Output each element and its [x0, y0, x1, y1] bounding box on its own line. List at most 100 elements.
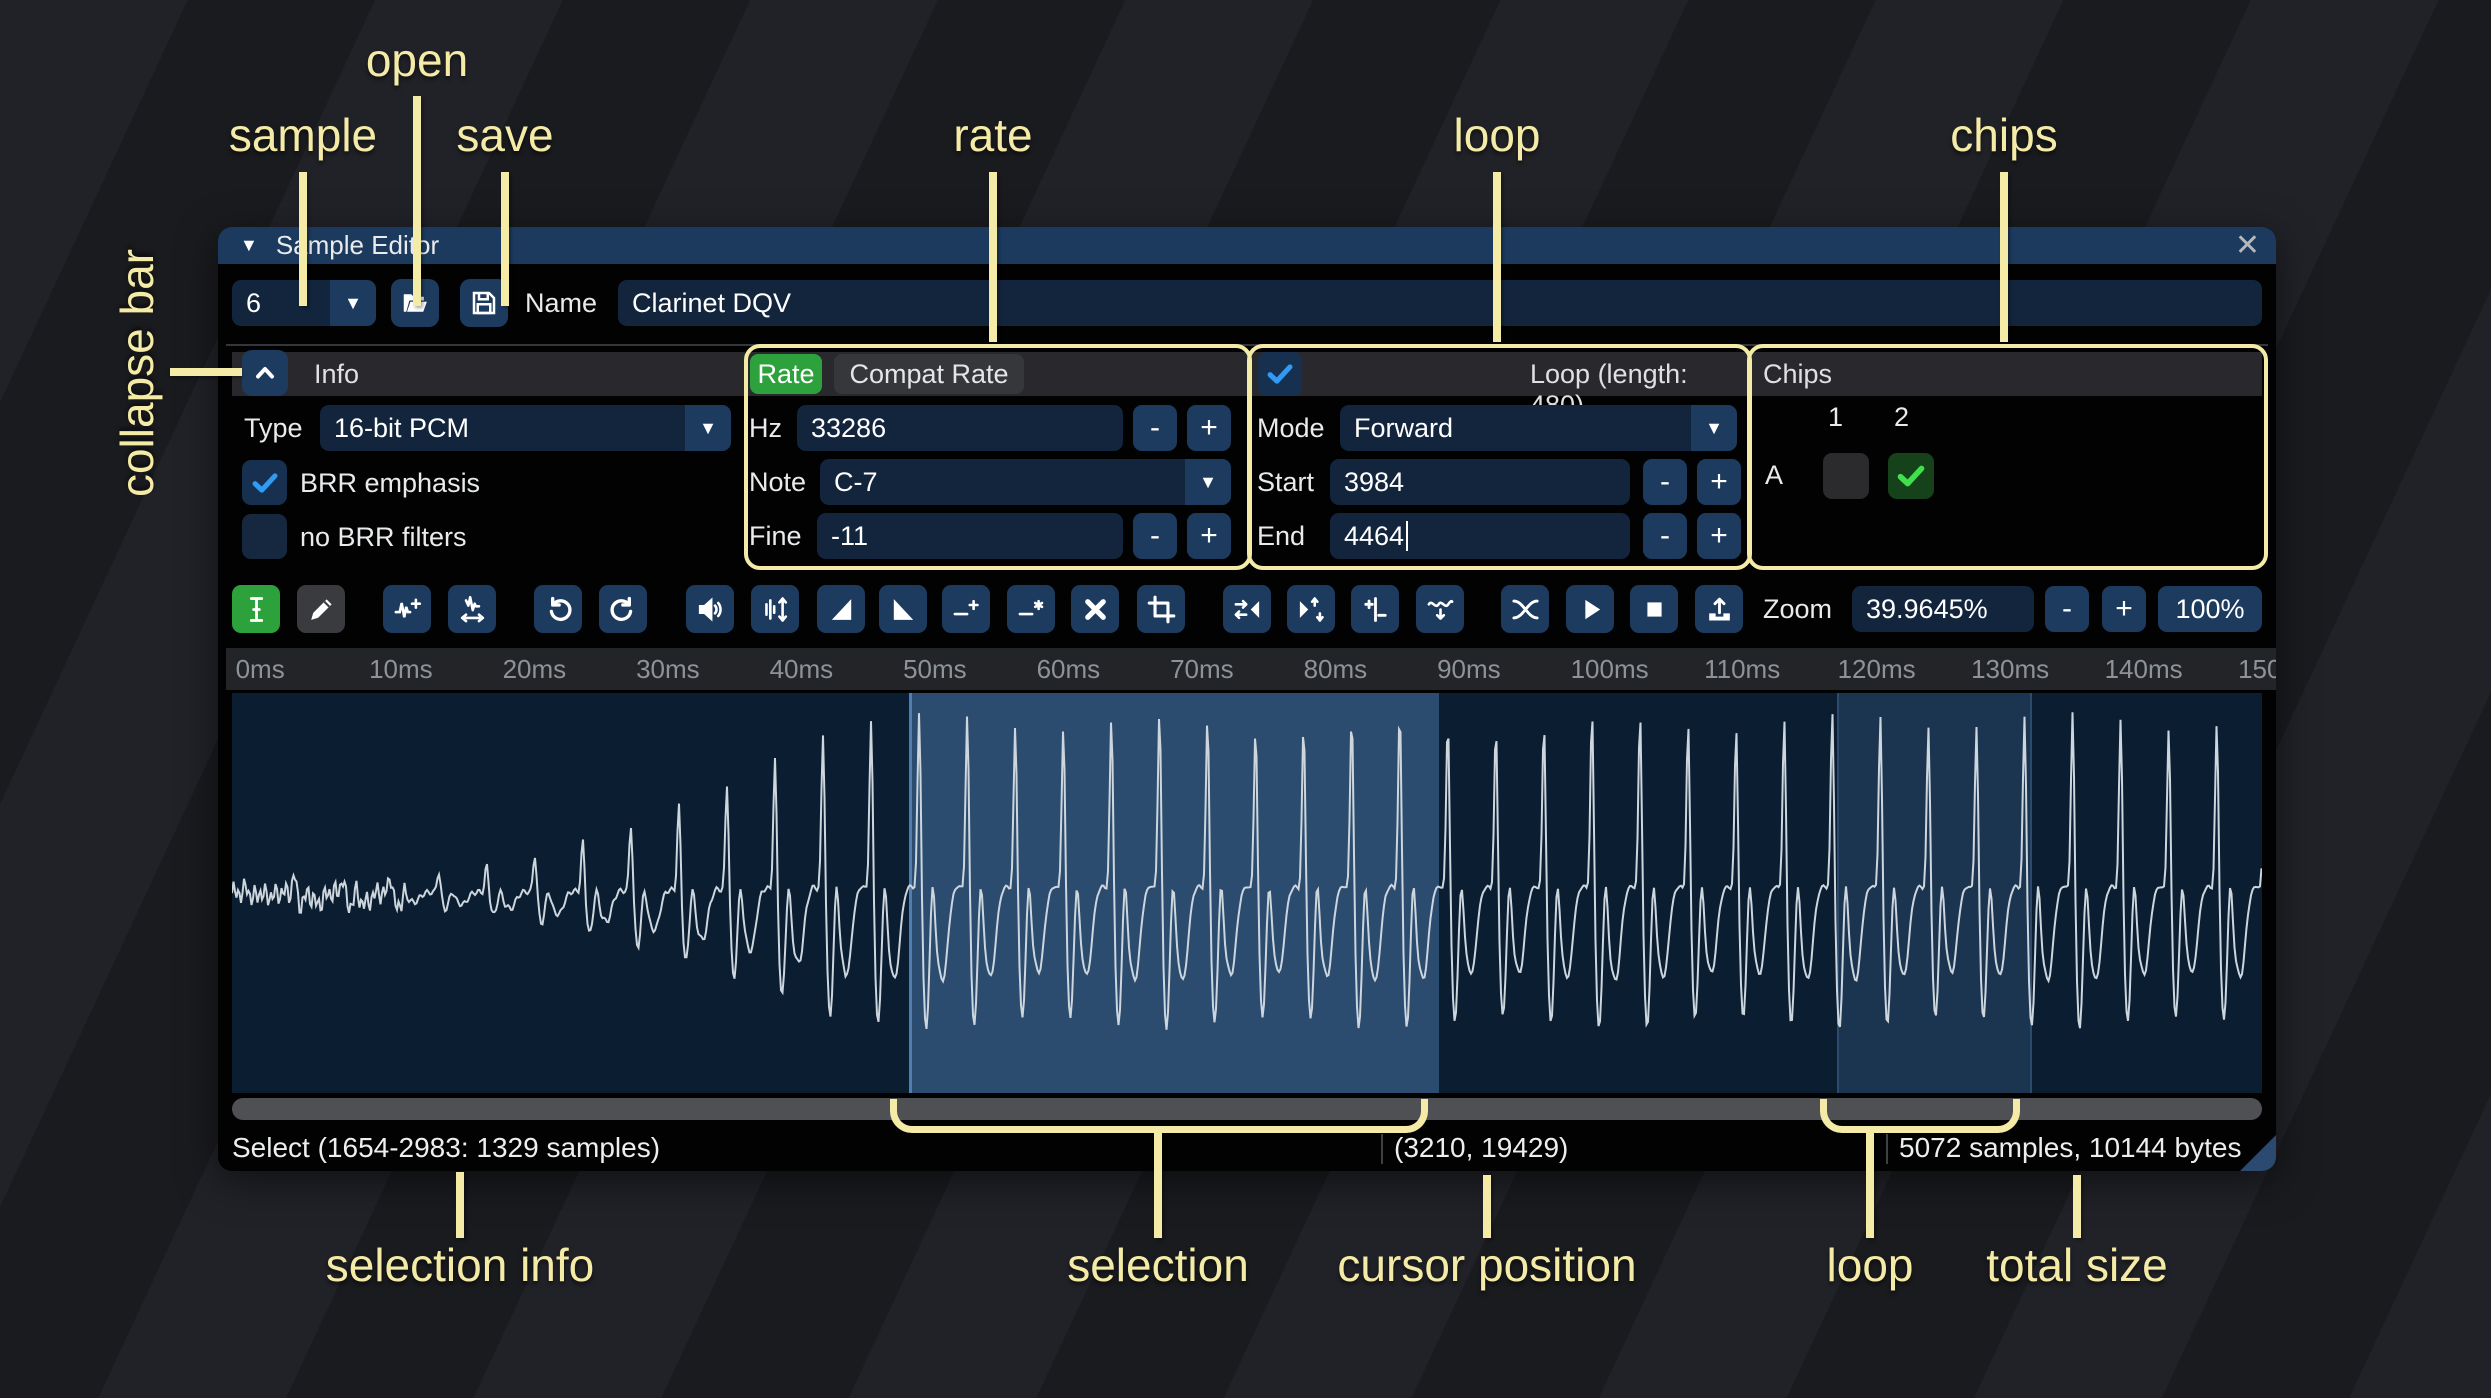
- chips-panel-title: Chips: [1763, 359, 1833, 389]
- loop-start-input[interactable]: 3984: [1330, 459, 1630, 505]
- select-mode-button[interactable]: [232, 585, 280, 633]
- name-input[interactable]: Clarinet DQV: [618, 280, 2262, 326]
- open-sample-button[interactable]: [391, 279, 439, 327]
- loop-end-plus-button[interactable]: +: [1697, 513, 1741, 559]
- hz-label: Hz: [749, 412, 782, 443]
- ruler-tick: 150ms: [2238, 654, 2276, 684]
- zoom-value: 39.9645%: [1866, 593, 1988, 624]
- signedness-button[interactable]: [1351, 585, 1399, 633]
- loop-enable-checkbox[interactable]: [1258, 352, 1302, 396]
- loop-end-minus-button[interactable]: -: [1643, 513, 1687, 559]
- zoom-in-button[interactable]: +: [2102, 586, 2146, 632]
- folder-open-icon: [403, 294, 427, 312]
- chip-2-checkbox[interactable]: [1888, 453, 1934, 499]
- window-collapse-icon[interactable]: ▼: [240, 235, 258, 256]
- resize-button[interactable]: [383, 585, 431, 633]
- name-label: Name: [525, 287, 598, 318]
- fade-in-button[interactable]: [817, 585, 865, 633]
- chevron-down-icon[interactable]: ▼: [685, 405, 731, 451]
- chip-1-checkbox[interactable]: [1823, 453, 1869, 499]
- arrows-vertical-icon: [764, 596, 787, 622]
- preview-button[interactable]: [1566, 585, 1614, 633]
- chevron-down-icon[interactable]: ▼: [1185, 459, 1231, 505]
- silence-star-icon: [1018, 599, 1043, 615]
- sample-number-select[interactable]: 6 ▼: [232, 280, 376, 326]
- draw-mode-button[interactable]: [297, 585, 345, 633]
- ruler-tick: 130ms: [1971, 654, 2050, 684]
- horizontal-scrollbar[interactable]: [232, 1098, 2262, 1120]
- stop-preview-button[interactable]: [1630, 585, 1678, 633]
- filter-button[interactable]: [1416, 585, 1464, 633]
- brr-emphasis-checkbox[interactable]: [242, 460, 287, 505]
- apply-silence-button[interactable]: [1007, 585, 1055, 633]
- speaker-icon: [698, 597, 722, 621]
- fade-out-button[interactable]: [879, 585, 927, 633]
- loop-start-label: Start: [1257, 466, 1315, 497]
- titlebar[interactable]: ▼ Sample Editor: [218, 227, 2276, 264]
- check-icon: [1897, 465, 1925, 487]
- fine-input[interactable]: -11: [817, 513, 1123, 559]
- tab-compat-rate[interactable]: Compat Rate: [834, 354, 1024, 394]
- fine-plus-button[interactable]: +: [1187, 513, 1231, 559]
- loop-end-value: 4464: [1344, 520, 1405, 551]
- chips-row-label: A: [1765, 459, 1784, 490]
- save-sample-button[interactable]: [460, 279, 508, 327]
- chevron-down-icon[interactable]: ▼: [1691, 405, 1737, 451]
- ruler-tick: 30ms: [636, 654, 700, 684]
- loop-panel-header: Loop (length: 480): [1251, 352, 1748, 420]
- annotation-line: [1483, 1175, 1491, 1238]
- window-title: Sample Editor: [275, 230, 440, 260]
- undo-button[interactable]: [534, 585, 582, 633]
- loop-start-minus-button[interactable]: -: [1643, 459, 1687, 505]
- plus-minus-icon: [1363, 596, 1387, 622]
- annotation-collapse-bar: collapse bar: [111, 248, 163, 498]
- status-divider: [1381, 1134, 1383, 1164]
- delete-button[interactable]: [1071, 585, 1119, 633]
- tab-rate[interactable]: Rate: [750, 354, 822, 394]
- reverse-button[interactable]: [1223, 585, 1271, 633]
- resample-button[interactable]: [448, 585, 496, 633]
- zoom-out-button[interactable]: -: [2045, 586, 2089, 632]
- ruler-tick: 10ms: [369, 654, 433, 684]
- zoom-label: Zoom: [1763, 593, 1833, 624]
- fine-minus-button[interactable]: -: [1133, 513, 1177, 559]
- annotation-chips: chips: [1950, 109, 2058, 161]
- silence-plus-icon: [953, 599, 979, 615]
- insert-silence-button[interactable]: [942, 585, 990, 633]
- loop-end-input[interactable]: 4464: [1330, 513, 1630, 559]
- fine-label: Fine: [749, 520, 802, 551]
- type-select[interactable]: 16-bit PCM ▼: [320, 405, 731, 451]
- upload-sample-button[interactable]: [1695, 585, 1743, 633]
- hz-input[interactable]: 33286: [797, 405, 1123, 451]
- chevron-down-icon[interactable]: ▼: [330, 280, 376, 326]
- pencil-icon: [310, 598, 332, 620]
- resize-grip[interactable]: [2240, 1135, 2276, 1171]
- normalize-button[interactable]: [751, 585, 799, 633]
- no-brr-filters-checkbox[interactable]: [242, 514, 287, 559]
- loop-mode-select[interactable]: Forward ▼: [1340, 405, 1737, 451]
- sample-number-value: 6: [246, 287, 262, 318]
- hz-minus-button[interactable]: -: [1133, 405, 1177, 451]
- hz-plus-button[interactable]: +: [1187, 405, 1231, 451]
- play-icon: [1584, 599, 1600, 619]
- invert-button[interactable]: [1287, 585, 1335, 633]
- note-select[interactable]: C-7 ▼: [820, 459, 1231, 505]
- ruler-tick: 110ms: [1704, 654, 1781, 684]
- x-icon: [1084, 598, 1106, 620]
- ruler-tick: 50ms: [903, 654, 967, 684]
- redo-button[interactable]: [599, 585, 647, 633]
- ruler[interactable]: 0ms 10ms 20ms 30ms 40ms 50ms 60ms 70ms 80ms 90ms 1…: [226, 648, 2276, 690]
- waveform-area[interactable]: [232, 693, 2262, 1093]
- crop-icon: [1147, 595, 1175, 623]
- loop-start-plus-button[interactable]: +: [1697, 459, 1741, 505]
- collapse-bar-button[interactable]: [242, 350, 288, 396]
- annotation-selection: selection: [1067, 1239, 1249, 1291]
- zoom-reset-button[interactable]: 100%: [2158, 586, 2262, 632]
- trim-button[interactable]: [1137, 585, 1185, 633]
- ruler-tick: 140ms: [2104, 654, 2183, 684]
- amplify-button[interactable]: [686, 585, 734, 633]
- zoom-input[interactable]: 39.9645%: [1852, 586, 2034, 632]
- close-icon[interactable]: ✕: [2235, 227, 2260, 264]
- annotation-total-size: total size: [1986, 1239, 2168, 1291]
- crossfade-button[interactable]: [1501, 585, 1549, 633]
